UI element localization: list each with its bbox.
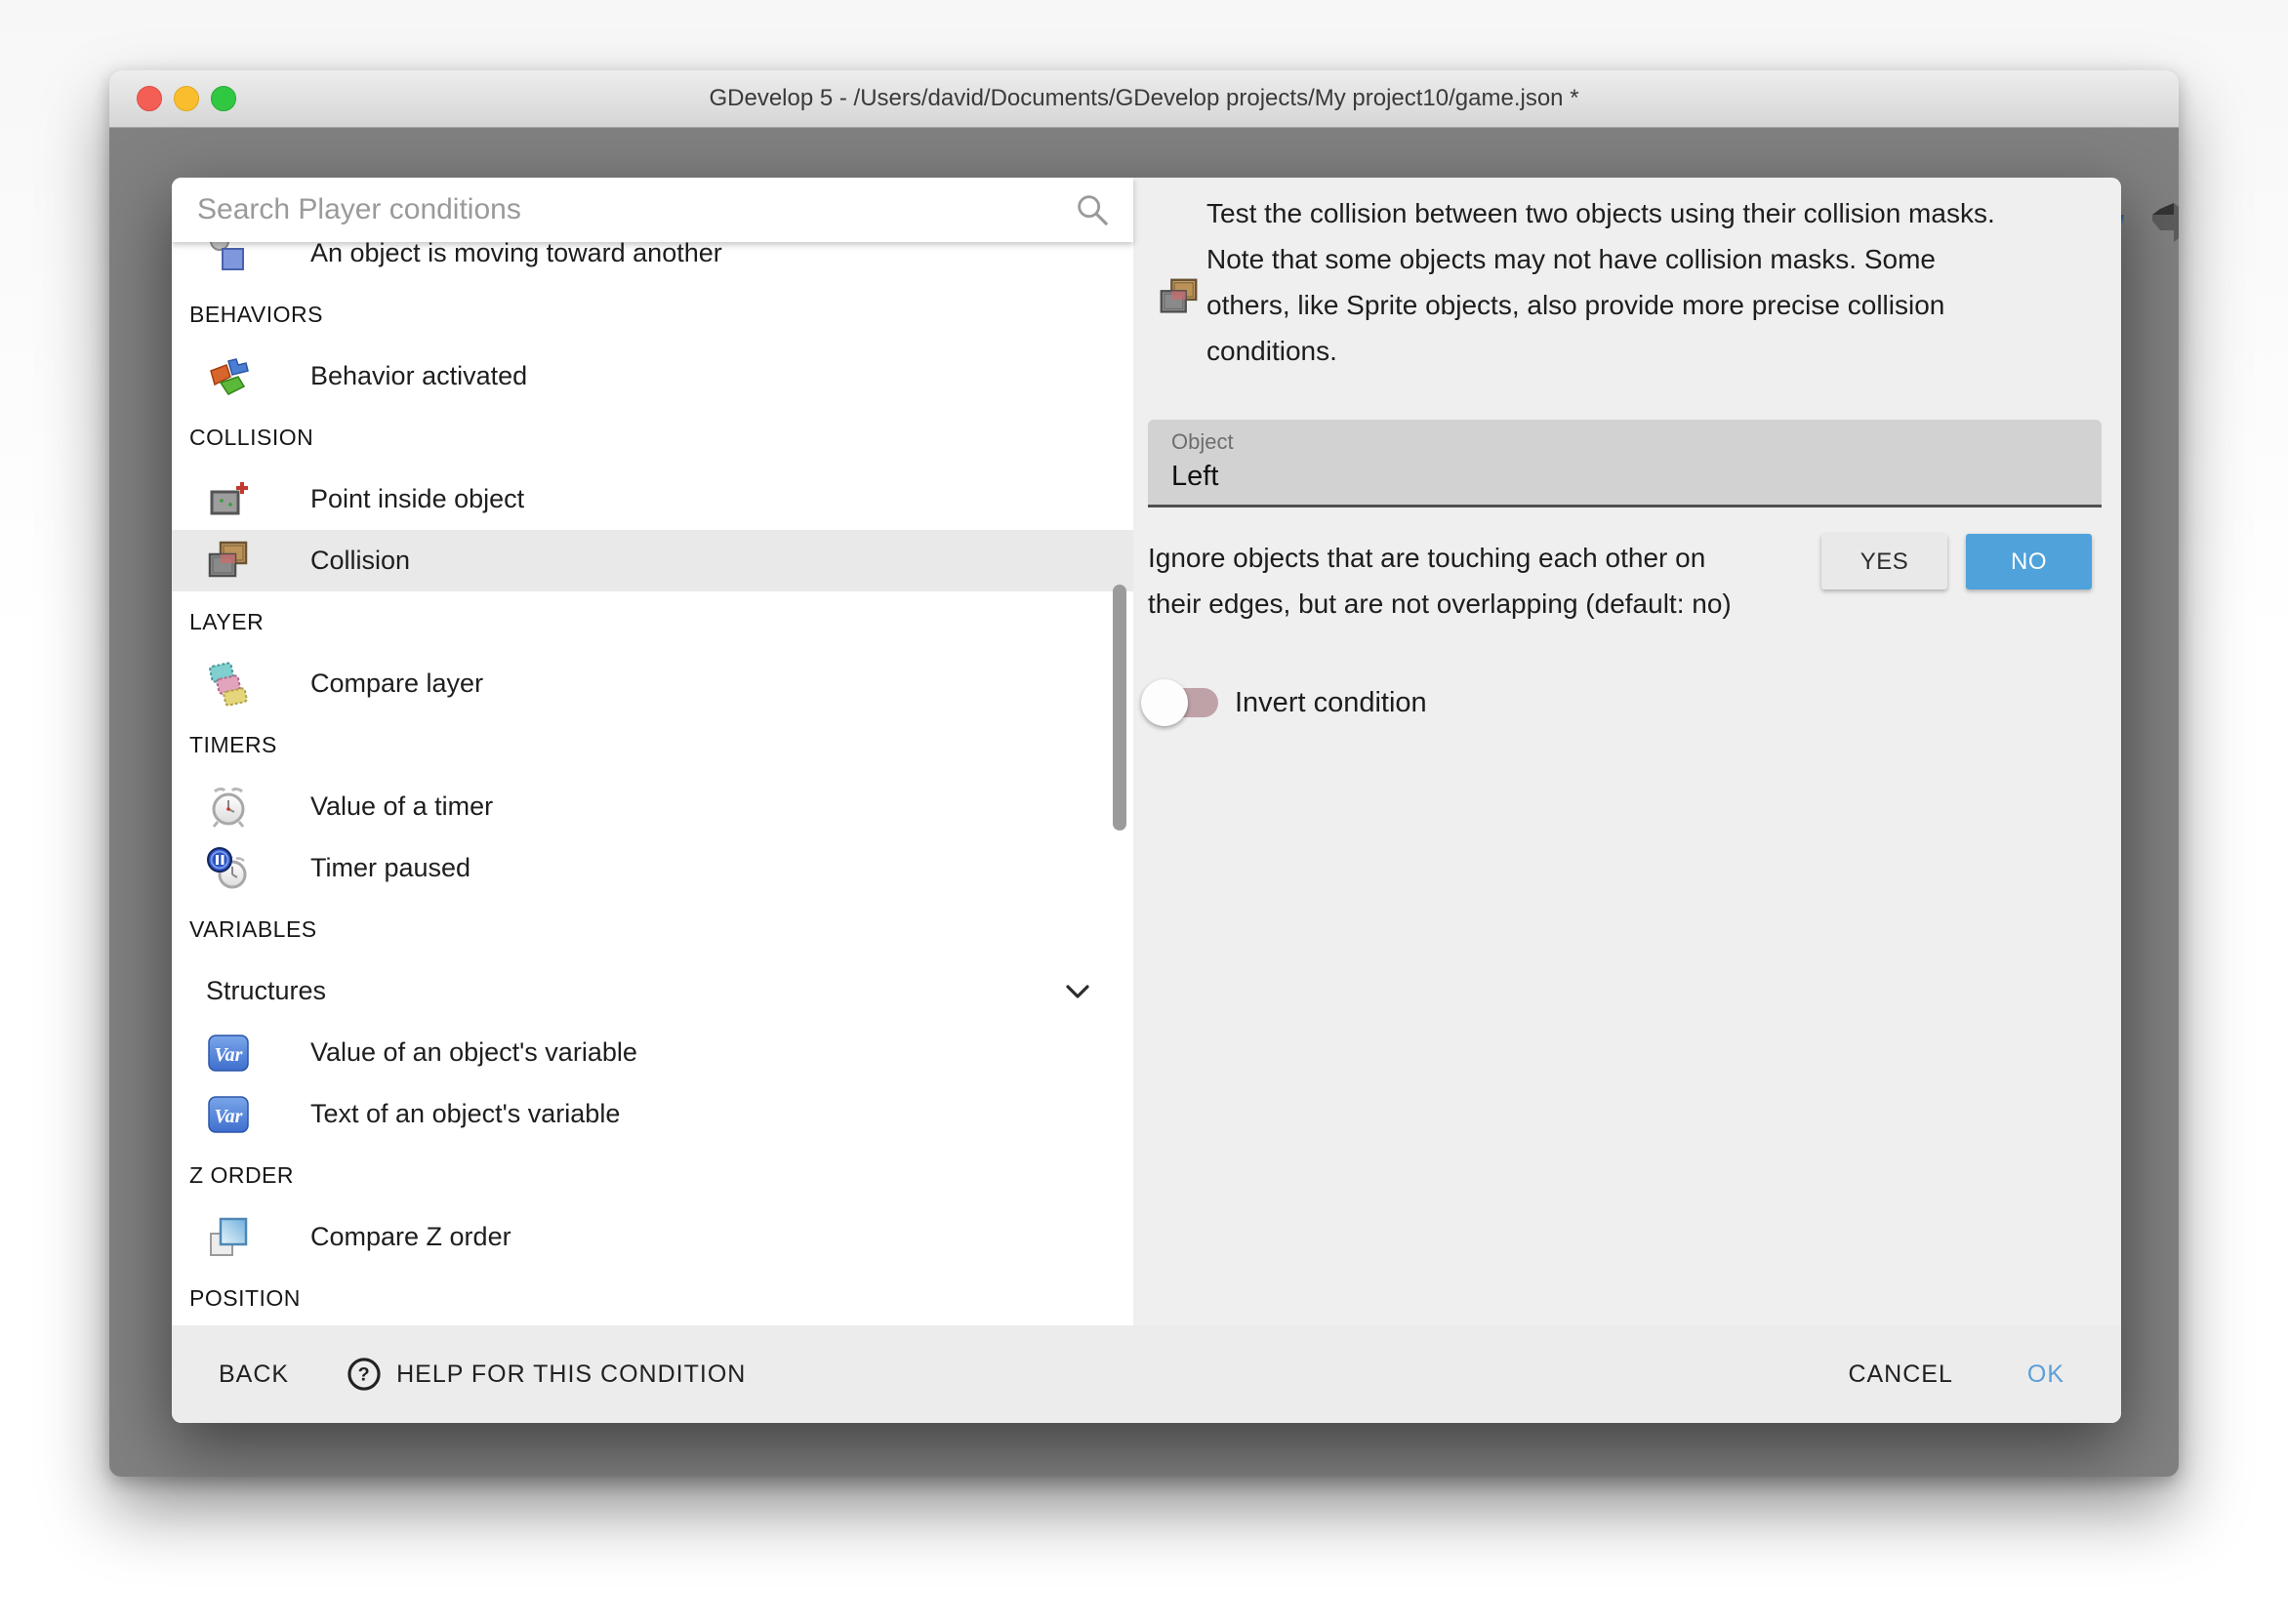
condition-list-panel: An object is moving toward another BEHAV… [172, 178, 1133, 1325]
close-window-button[interactable] [137, 86, 162, 111]
help-button-label: HELP FOR THIS CONDITION [396, 1360, 746, 1389]
magnifier-icon [1073, 190, 1112, 229]
help-button[interactable]: HELP FOR THIS CONDITION [328, 1342, 763, 1406]
condition-item-an-object-is-moving-toward-another[interactable]: An object is moving toward another [172, 242, 1133, 284]
object-field[interactable]: Object Left [1148, 420, 2102, 508]
var-icon [205, 1091, 252, 1138]
timer-paused-icon [205, 845, 252, 892]
redo-icon[interactable] [2145, 195, 2179, 258]
invert-condition-label: Invert condition [1235, 681, 1427, 724]
zorder-icon [205, 1214, 252, 1261]
list-section-header-variables: VARIABLES [172, 899, 1133, 960]
condition-item-behavior-activated[interactable]: Behavior activated [172, 345, 1133, 407]
condition-editor-dialog: An object is moving toward another BEHAV… [172, 178, 2121, 1423]
window-title: GDevelop 5 - /Users/david/Documents/GDev… [109, 70, 2179, 127]
condition-list: An object is moving toward another BEHAV… [172, 242, 1133, 1325]
back-button[interactable]: BACK [201, 1347, 306, 1402]
no-button[interactable]: NO [1966, 534, 2092, 589]
behavior-icon [205, 353, 252, 400]
search-bar [172, 178, 1133, 242]
help-circle-icon [346, 1356, 383, 1393]
zoom-window-button[interactable] [211, 86, 236, 111]
list-section-header-timers: TIMERS [172, 714, 1133, 776]
collision-icon [1157, 275, 1202, 320]
list-section-header-layer: LAYER [172, 591, 1133, 653]
condition-item-collision[interactable]: Collision [172, 530, 1133, 591]
list-section-header-collision: COLLISION [172, 407, 1133, 468]
condition-item-value-of-a-timer[interactable]: Value of a timer [172, 776, 1133, 837]
condition-description: Test the collision between two objects u… [1206, 190, 2104, 374]
window-titlebar: GDevelop 5 - /Users/david/Documents/GDev… [109, 70, 2179, 128]
list-section-header-position: POSITION [172, 1268, 1133, 1325]
list-scrollbar[interactable] [1113, 585, 1126, 831]
chevron-down-icon [1061, 975, 1094, 1008]
ok-button[interactable]: OK [2010, 1347, 2082, 1402]
timer-icon [205, 784, 252, 831]
condition-item-value-of-an-object-s-variable[interactable]: Value of an object's variable [172, 1022, 1133, 1083]
dialog-footer: BACK HELP FOR THIS CONDITION CANCEL OK [172, 1325, 2121, 1423]
search-input[interactable] [195, 192, 1073, 227]
condition-group-structures[interactable]: Structures [172, 960, 1133, 1022]
object-field-value: Left [1171, 461, 1218, 493]
list-section-header-z-order: Z ORDER [172, 1145, 1133, 1206]
var-icon [205, 1030, 252, 1076]
ignore-edges-question: Ignore objects that are touching each ot… [1148, 535, 1812, 627]
point-inside-icon [205, 476, 252, 523]
yes-button[interactable]: YES [1821, 534, 1947, 589]
condition-detail-panel: Test the collision between two objects u… [1133, 178, 2121, 1325]
minimize-window-button[interactable] [174, 86, 199, 111]
condition-item-compare-z-order[interactable]: Compare Z order [172, 1206, 1133, 1268]
condition-item-timer-paused[interactable]: Timer paused [172, 837, 1133, 899]
condition-item-text-of-an-object-s-variable[interactable]: Text of an object's variable [172, 1083, 1133, 1145]
list-section-header-behaviors: BEHAVIORS [172, 284, 1133, 345]
object-field-label: Object [1171, 429, 1234, 455]
cancel-button[interactable]: CANCEL [1830, 1347, 1970, 1402]
condition-item-compare-layer[interactable]: Compare layer [172, 653, 1133, 714]
move-toward-icon [205, 242, 252, 277]
collision-icon [205, 538, 252, 585]
invert-condition-toggle[interactable] [1150, 681, 1238, 724]
condition-item-point-inside-object[interactable]: Point inside object [172, 468, 1133, 530]
layer-icon [205, 661, 252, 708]
toggle-thumb [1141, 679, 1188, 726]
